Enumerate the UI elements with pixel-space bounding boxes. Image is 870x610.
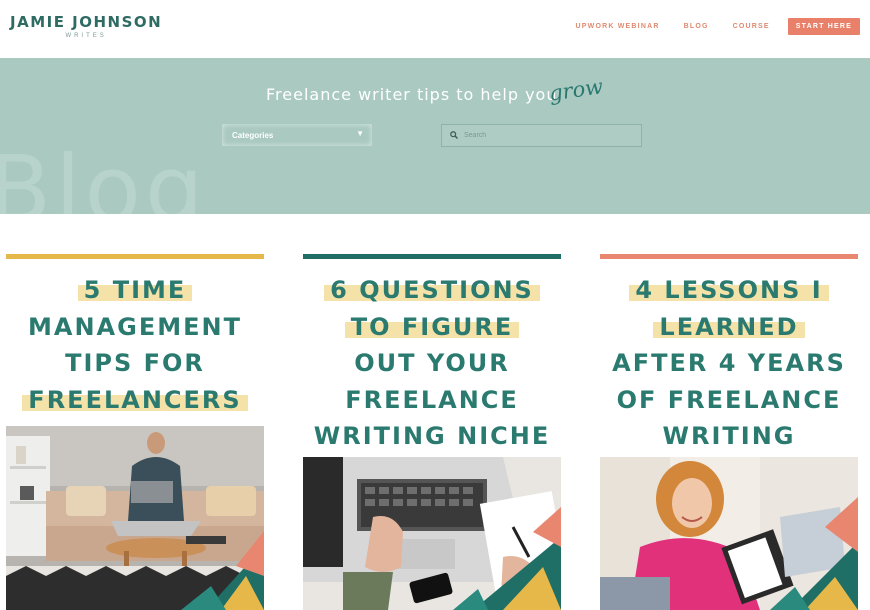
title-line: TIPS FOR bbox=[65, 349, 205, 377]
blog-hero: Blog Freelance writer tips to help you g… bbox=[0, 58, 870, 214]
post-card-four-lessons[interactable]: 4 LESSONS I LEARNED AFTER 4 YEARS OF FRE… bbox=[600, 254, 858, 610]
post-photo-man-laptop[interactable] bbox=[6, 426, 264, 610]
start-here-button[interactable]: START HERE bbox=[787, 18, 860, 35]
logo-tagline: WRITES bbox=[65, 33, 107, 39]
search-input[interactable] bbox=[464, 132, 624, 139]
title-line: OUT YOUR bbox=[354, 349, 510, 377]
title-line: MANAGEMENT bbox=[28, 312, 242, 341]
logo-name: JAMIE JOHNSON bbox=[10, 13, 163, 31]
hero-script-word: grow bbox=[547, 74, 605, 106]
title-line: WRITING NICHE bbox=[313, 422, 551, 450]
post-title[interactable]: 5 TIME MANAGEMENT TIPS FOR FREELANCERS bbox=[6, 259, 264, 418]
search-box[interactable] bbox=[441, 124, 642, 147]
title-line: AFTER 4 YEARS bbox=[612, 349, 846, 377]
categories-label: Categories bbox=[232, 130, 274, 140]
site-logo[interactable]: JAMIE JOHNSON WRITES bbox=[10, 13, 162, 39]
title-line: WRITING bbox=[662, 422, 796, 450]
post-photo-laptop-notes[interactable] bbox=[303, 457, 561, 610]
post-card-freelance-niche[interactable]: 6 QUESTIONS TO FIGURE OUT YOUR FREELANCE… bbox=[303, 254, 561, 610]
post-title[interactable]: 6 QUESTIONS TO FIGURE OUT YOUR FREELANCE… bbox=[303, 259, 561, 455]
title-line: 6 QUESTIONS bbox=[324, 272, 540, 309]
categories-dropdown[interactable]: Categories ▼ bbox=[222, 124, 372, 146]
chevron-down-icon: ▼ bbox=[356, 129, 364, 138]
post-card-time-management[interactable]: 5 TIME MANAGEMENT TIPS FOR FREELANCERS bbox=[6, 254, 264, 610]
search-icon bbox=[450, 130, 458, 141]
hero-title: Freelance writer tips to help you bbox=[266, 85, 558, 104]
site-header: JAMIE JOHNSON WRITES UPWORK WEBINAR BLOG… bbox=[0, 0, 870, 58]
nav-course[interactable]: COURSE bbox=[733, 23, 770, 30]
nav-upwork-webinar[interactable]: UPWORK WEBINAR bbox=[576, 23, 660, 30]
title-line: FREELANCE bbox=[345, 385, 519, 414]
nav-blog[interactable]: BLOG bbox=[684, 23, 709, 30]
hero-ghost-text: Blog bbox=[0, 136, 208, 214]
post-title[interactable]: 4 LESSONS I LEARNED AFTER 4 YEARS OF FRE… bbox=[600, 259, 858, 455]
title-line: OF FREELANCE bbox=[616, 385, 842, 414]
main-nav: UPWORK WEBINAR BLOG COURSE START HERE bbox=[552, 18, 860, 35]
title-line: 4 LESSONS I bbox=[629, 272, 829, 309]
title-line: LEARNED bbox=[653, 309, 805, 346]
title-line: FREELANCERS bbox=[22, 382, 249, 419]
title-line: TO FIGURE bbox=[344, 309, 519, 346]
title-line: 5 TIME bbox=[77, 272, 192, 309]
post-photo-woman-writing[interactable] bbox=[600, 457, 858, 610]
